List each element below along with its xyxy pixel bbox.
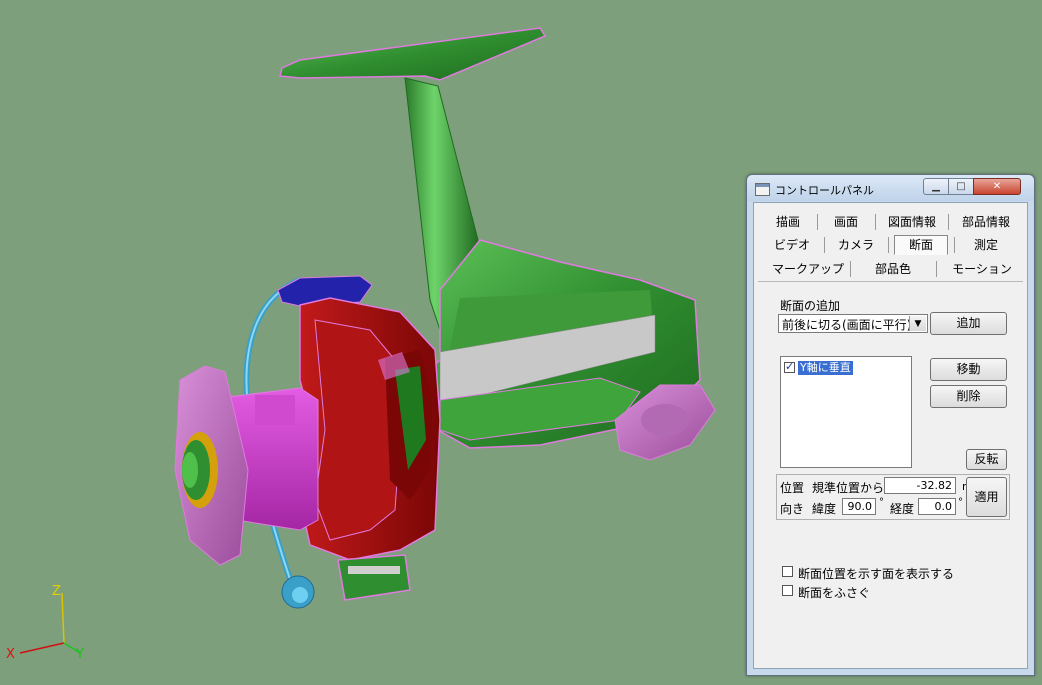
window-icon [755,183,770,196]
axis-y-label: Y [76,647,84,662]
latitude-label: 緯度 [812,502,837,516]
cap-section-label[interactable]: 断面をふさぐ [798,584,870,601]
offset-input[interactable]: -32.82 [884,477,956,494]
tab-part-info[interactable]: 部品情報 [955,213,1017,231]
reel-foot [279,27,547,81]
section-add-label: 断面の追加 [780,299,841,313]
flip-button[interactable]: 反転 [966,449,1007,470]
position-label: 位置 [780,481,805,495]
show-plane-checkbox[interactable] [782,566,793,577]
close-button[interactable]: ✕ [973,178,1021,195]
panel-client-area: 描画 画面 図面情報 部品情報 ビデオ カメラ 断面 測定 マークアップ 部品色… [753,202,1028,669]
tab-draw[interactable]: 描画 [766,213,810,231]
section-mode-select[interactable]: 前後に切る(画面に平行) ▼ [778,314,928,333]
axis-z-label: Z [52,584,61,599]
tab-divider [758,281,1023,282]
maximize-button[interactable]: □ [948,178,974,195]
section-mode-value: 前後に切る(画面に平行) [782,318,912,332]
tab-motion[interactable]: モーション [944,260,1020,278]
reference-label: 規準位置から [812,481,885,495]
tab-camera[interactable]: カメラ [832,236,880,254]
section-list[interactable]: Y軸に垂直 [780,356,912,468]
apply-button[interactable]: 適用 [966,477,1007,517]
list-item-label[interactable]: Y軸に垂直 [798,361,853,375]
direction-label: 向き [780,502,805,516]
minimize-button[interactable]: ▁ [923,178,949,195]
tab-section[interactable]: 断面 [894,235,948,255]
tab-measure[interactable]: 測定 [960,236,1012,254]
show-plane-label[interactable]: 断面位置を示す面を表示する [798,565,954,582]
tab-video[interactable]: ビデオ [768,236,816,254]
delete-button[interactable]: 削除 [930,385,1007,408]
latitude-unit: ° [879,497,884,508]
title-bar[interactable]: コントロールパネル ▁ □ ✕ [747,175,1034,201]
cap-section-checkbox[interactable] [782,585,793,596]
rotor-inner [314,319,401,541]
tab-markup[interactable]: マークアップ [768,260,848,278]
tab-screen[interactable]: 画面 [824,213,868,231]
rotor-bottom-guard [337,554,411,601]
window-title: コントロールパネル [775,184,874,197]
longitude-label: 経度 [890,502,915,516]
control-panel-window[interactable]: コントロールパネル ▁ □ ✕ 描画 画面 図面情報 部品情報 ビデオ カメラ … [746,174,1035,676]
add-button[interactable]: 追加 [930,312,1007,335]
list-item-checkbox[interactable] [784,360,795,373]
chevron-down-icon[interactable]: ▼ [909,316,926,331]
axis-x-label: X [6,647,15,662]
move-button[interactable]: 移動 [930,358,1007,381]
tab-drawing-info[interactable]: 図面情報 [882,213,942,231]
longitude-unit: ° [958,497,963,508]
tab-part-color[interactable]: 部品色 [858,260,928,278]
longitude-input[interactable]: 0.0 [918,498,956,515]
latitude-input[interactable]: 90.0 [842,498,876,515]
